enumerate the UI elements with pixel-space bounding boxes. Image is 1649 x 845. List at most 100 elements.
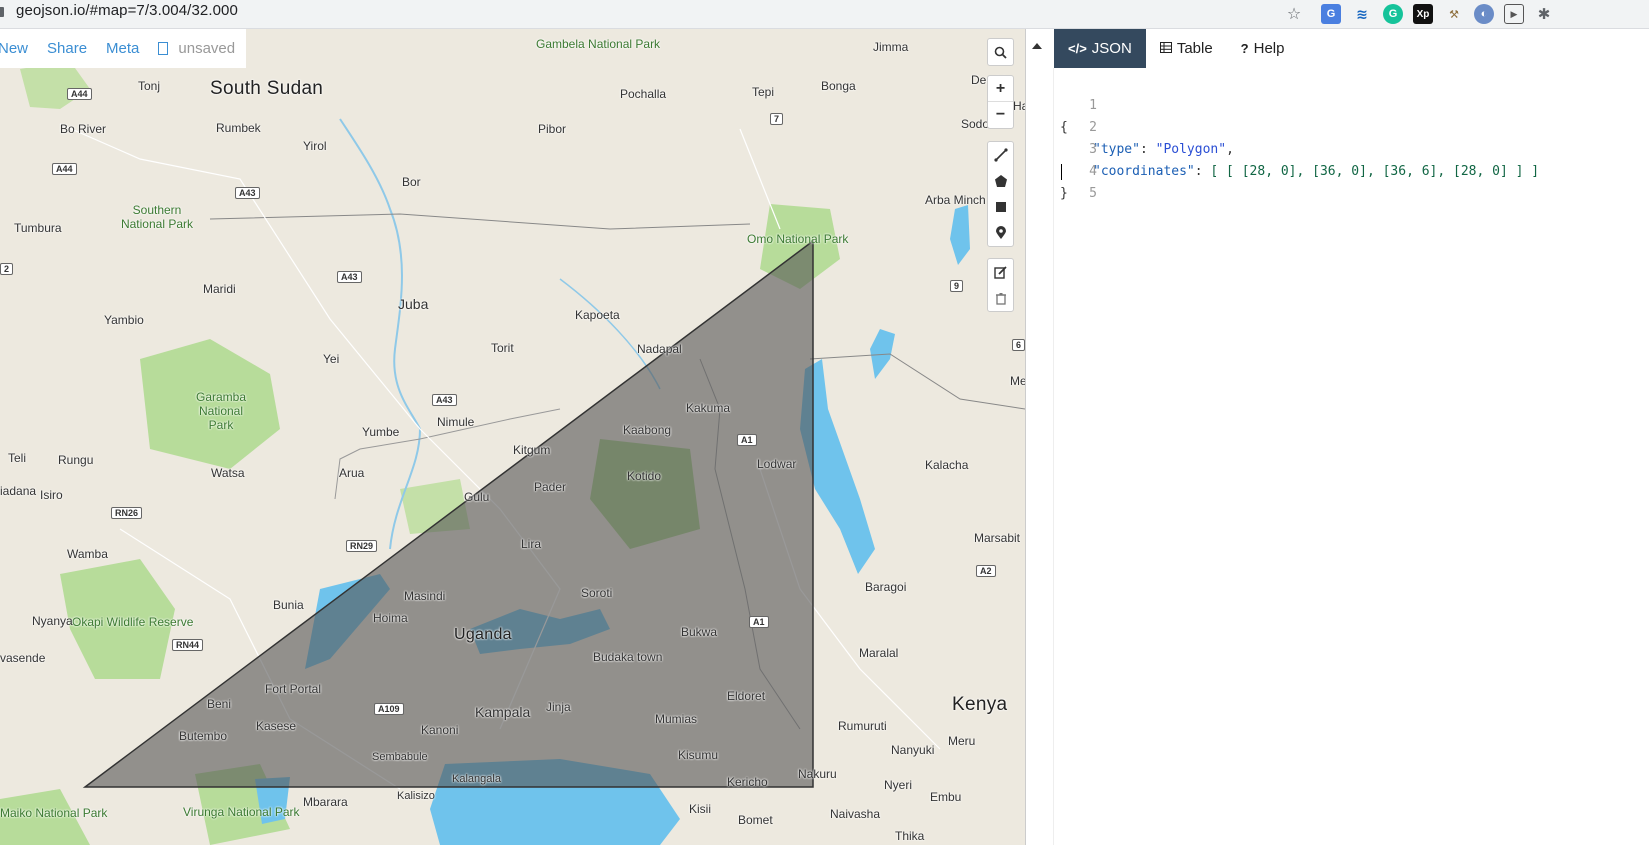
map-label: Sodo [961,117,990,131]
map-label: Yei [323,352,340,366]
map-label: Rungu [58,453,94,467]
road-shield: A43 [235,187,260,199]
text-cursor [1061,164,1062,180]
bookmark-star-icon[interactable]: ☆ [1284,4,1304,24]
map-search-control [987,38,1014,66]
search-icon[interactable] [988,39,1013,65]
globe-extension-icon[interactable]: ◐ [1474,4,1494,24]
map-label: Kalacha [925,458,969,472]
map-canvas[interactable]: South Sudan Uganda Kenya Gambela Nationa… [0,29,1025,845]
map-label: Gulu [464,490,490,504]
map-label: Sembabule [372,751,428,763]
map-label: Naivasha [830,807,881,821]
address-bar[interactable]: geojson.io/#map=7/3.004/32.000 [16,2,238,19]
table-icon [1159,41,1172,56]
tool-extension-icon[interactable]: ⚒ [1444,4,1464,24]
line-number: 5 [1089,186,1097,201]
road-shield: 7 [770,113,784,125]
map-label: Kapoeta [575,308,620,322]
map-label: Lodwar [757,457,797,471]
map-label: Maridi [203,282,236,296]
map-label: Arba Minch [925,193,986,207]
tab-json[interactable]: </> JSON [1054,29,1146,68]
draw-line-icon[interactable] [988,142,1013,168]
map-label: Kakuma [686,401,731,415]
edit-layers-icon[interactable] [988,259,1013,285]
puzzle-extensions-icon[interactable]: ✱ [1534,4,1554,24]
tab-help-label: Help [1253,40,1285,57]
layers-extension-icon[interactable]: ≋ [1352,4,1372,24]
trash-icon[interactable] [988,285,1013,311]
map-label: Meru [948,734,976,748]
road-shield: A2 [976,565,996,577]
map-label: Maralal [859,646,899,660]
map-label: South Sudan [210,78,324,99]
road-shield: A1 [737,434,757,446]
map-toolbar: New Share Meta unsaved [0,29,246,68]
map-label: Nakuru [798,767,837,781]
share-button[interactable]: Share [47,40,87,57]
tab-table[interactable]: Table [1146,29,1227,68]
lock-icon [0,7,4,17]
map-label: Isiro [40,488,63,502]
tab-help[interactable]: ? Help [1227,29,1299,68]
draw-rectangle-icon[interactable] [988,194,1013,220]
zoom-out-button[interactable]: − [988,102,1013,128]
map-label: Kisii [689,802,712,816]
map-park-label: Gambela National Park [536,37,661,51]
road-shield: 2 [0,263,14,275]
map-label: Bo River [60,122,107,136]
grammarly-extension-icon[interactable]: G [1383,4,1403,24]
panel-tabs: </> JSON Table ? Help [1054,29,1298,68]
map-label: Tumbura [14,221,62,235]
tab-table-label: Table [1176,40,1213,57]
map-label: Mbarara [303,795,348,809]
draw-marker-icon[interactable] [988,220,1013,246]
meta-button[interactable]: Meta [106,40,139,57]
map-label: Bomet [738,813,773,827]
map-label: Hoima [373,611,408,625]
map-label: vasende [0,651,46,665]
draw-polygon-icon[interactable] [988,168,1013,194]
help-icon: ? [1240,41,1249,56]
map-label: Kalangala [452,773,501,785]
road-shield: A44 [67,88,92,100]
map-label: Kisumu [678,748,719,762]
map-park-label: Okapi Wildlife Reserve [72,615,194,629]
zoom-in-button[interactable]: + [988,76,1013,102]
map-label: Fort Portal [265,682,322,696]
map-label: iadana [0,484,37,498]
map-label: Kasese [256,719,297,733]
map-label: Eldoret [727,689,766,703]
collapse-panel-icon[interactable] [1032,43,1042,49]
map-label: Baragoi [865,580,907,594]
xpath-extension-icon[interactable]: Xp [1413,4,1433,24]
map-label: Rumuruti [838,719,887,733]
map-label: Bonga [821,79,856,93]
road-shield: A1 [749,616,769,628]
map-label: Embu [930,790,962,804]
map-label: Tepi [752,85,775,99]
map-label: Bukwa [681,625,718,639]
video-extension-icon[interactable]: ▶ [1504,4,1524,24]
map-label: Yirol [303,139,327,153]
map-label: Lira [521,537,542,551]
zoom-control: + − [987,75,1014,129]
translate-extension-icon[interactable]: G [1321,4,1341,24]
map-label: Uganda [454,626,512,643]
map-label: Marsabit [974,531,1021,545]
map-label: Nanyuki [891,743,935,757]
map-label: Nyeri [884,778,913,792]
geojson-code-editor[interactable]: 1 { 2 "type": "Polygon", 3 "coordinates"… [1026,68,1649,845]
map-label: Kericho [727,775,768,789]
map-label: Wamba [67,547,108,561]
save-status: unsaved [158,40,235,57]
line-number: 3 [1089,142,1097,157]
drawn-polygon[interactable] [82,239,814,788]
code-line: 1 { [1026,73,1097,135]
map-label: Bunia [273,598,304,612]
map-park-label: Omo National Park [747,232,849,246]
road-shield: A43 [337,271,362,283]
map-label: Pibor [538,122,567,136]
new-button[interactable]: New [0,40,28,57]
